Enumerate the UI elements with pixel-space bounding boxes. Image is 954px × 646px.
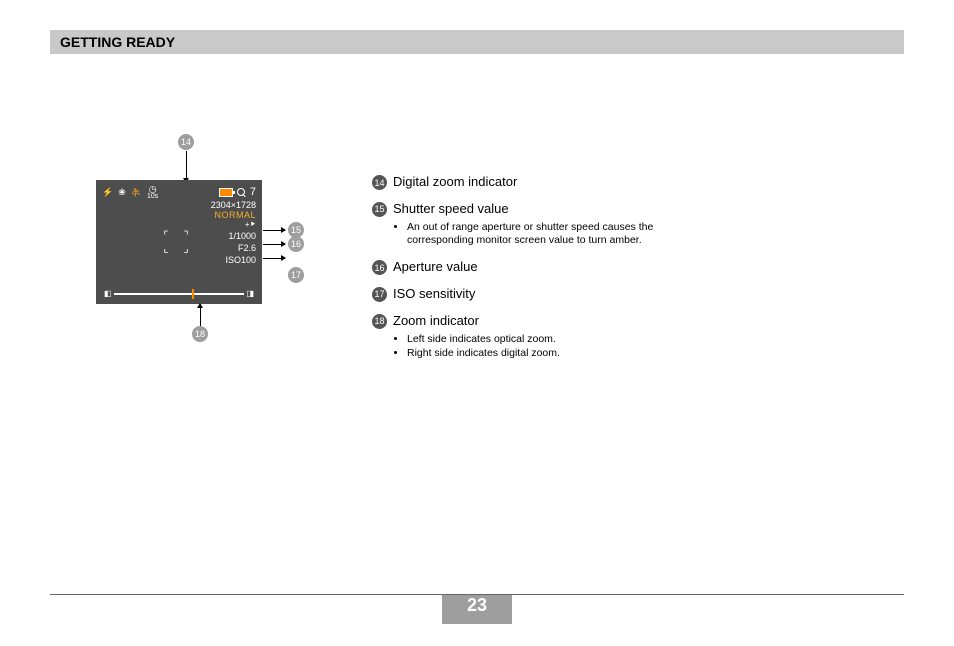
macro-icon: ❀ — [118, 187, 126, 198]
callout-18-marker: 18 — [192, 326, 208, 342]
legend-note: Left side indicates optical zoom. — [407, 333, 560, 347]
zoom-right-icon: ◨ — [244, 290, 254, 298]
zoom-track — [114, 293, 244, 295]
legend-num: 17 — [372, 287, 387, 302]
shot-count: 7 — [250, 186, 256, 198]
timer-icon: ◷10s — [147, 184, 158, 200]
legend-item-14: 14 Digital zoom indicator — [372, 174, 692, 191]
callout-17-line — [263, 258, 285, 259]
legend-item-15: 15 Shutter speed value An out of range a… — [372, 201, 692, 249]
legend-item-16: 16 Aperture value — [372, 259, 692, 276]
legend-note: Right side indicates digital zoom. — [407, 347, 560, 361]
legend-num: 14 — [372, 175, 387, 190]
focus-brackets: ⌜ ⌝⌞ ⌟ — [163, 229, 194, 255]
flash-icon: ⚡ — [102, 187, 113, 198]
legend-title: Shutter speed value — [393, 201, 509, 216]
legend-note: An out of range aperture or shutter spee… — [407, 221, 692, 248]
legend-item-17: 17 ISO sensitivity — [372, 286, 692, 303]
iso-value: ISO100 — [96, 254, 260, 266]
quality-label: NORMAL — [96, 210, 262, 220]
zoom-left-icon: ◧ — [104, 290, 114, 298]
battery-icon — [219, 188, 233, 197]
zoom-bar: ◧ ◨ — [104, 290, 254, 298]
page-footer: 23 — [50, 594, 904, 624]
legend-title: ISO sensitivity — [393, 286, 475, 301]
callout-17-marker: 17 — [288, 267, 304, 283]
section-header: GETTING READY — [50, 30, 904, 54]
legend: 14 Digital zoom indicator 15 Shutter spe… — [372, 174, 692, 372]
magnifier-icon — [237, 188, 246, 197]
callout-14-marker: 14 — [178, 134, 194, 150]
legend-title: Aperture value — [393, 259, 478, 274]
page-number: 23 — [442, 595, 512, 618]
person-icon: ⛹ — [131, 187, 142, 198]
legend-num: 18 — [372, 314, 387, 329]
callout-15-line — [263, 230, 285, 231]
camera-lcd: ⚡ ❀ ⛹ ◷10s 7 2304×1728 NORMAL +⯈ ⌜ ⌝⌞ ⌟ … — [96, 180, 262, 304]
legend-item-18: 18 Zoom indicator Left side indicates op… — [372, 313, 692, 362]
legend-title: Digital zoom indicator — [393, 174, 517, 189]
legend-title: Zoom indicator — [393, 313, 479, 328]
callout-16-line — [263, 244, 285, 245]
legend-num: 15 — [372, 202, 387, 217]
legend-num: 16 — [372, 260, 387, 275]
callout-14-line — [186, 151, 187, 182]
callout-18-line — [200, 304, 201, 326]
callout-16-marker: 16 — [288, 236, 304, 252]
resolution-label: 2304×1728 — [96, 200, 262, 210]
